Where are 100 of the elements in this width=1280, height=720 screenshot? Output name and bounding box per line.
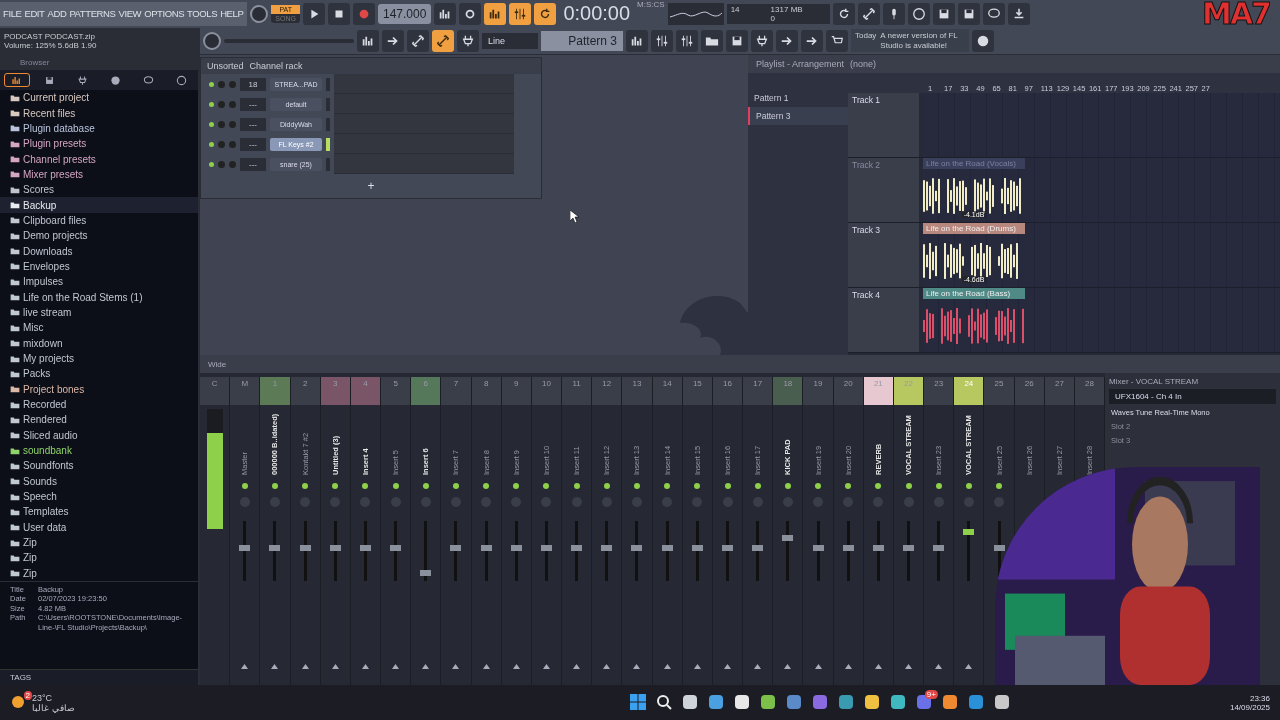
track-number: 6 [423,379,428,388]
menu-item[interactable]: ADD [47,8,67,19]
strip-header[interactable]: C [200,377,230,405]
browser-item[interactable]: Downloads [0,243,198,259]
filter-dropdown[interactable]: Unsorted [207,61,244,71]
track-number: 15 [692,379,702,388]
menu-item[interactable]: OPTIONS [144,8,185,19]
cpu-load: 0 [770,13,777,23]
browser-item[interactable]: Plugin database [0,120,198,137]
arrangement-selector[interactable]: (none) [850,59,877,69]
browser-item[interactable]: Misc [0,320,198,336]
browser-item[interactable]: Recorded [0,396,198,413]
menu-item[interactable]: TOOLS [187,8,218,19]
browser-item[interactable]: Sliced audio [0,427,198,443]
strip-header[interactable]: M [230,377,260,405]
input-selector[interactable]: UFX1604 - Ch 4 In [1109,389,1276,404]
tags-label: TAGS [0,669,198,685]
strip-header[interactable]: 15 [682,377,712,405]
browser-item[interactable]: Current project [0,90,198,106]
strip-header[interactable]: 13 [622,377,652,405]
strip-header[interactable]: 5 [381,377,411,405]
browser-item[interactable]: Scores [0,182,198,198]
strip-header[interactable]: 23 [924,377,954,405]
browser-item[interactable]: Speech [0,488,198,505]
track-number: 11 [572,379,581,388]
strip-header[interactable]: 7 [441,377,471,405]
strip-header[interactable]: 14 [652,377,682,405]
news-panel[interactable]: Today A newer version of FL Studio is available! [851,28,969,53]
browser-item[interactable]: Envelopes [0,258,198,275]
strip-header[interactable]: 8 [471,377,501,405]
browser-item[interactable]: My projects [0,350,198,367]
browser-item[interactable]: Packs [0,366,198,382]
browser-item[interactable]: Sounds [0,473,198,489]
voices-count: 14 [730,4,741,14]
channel-logo: MA7 [1202,0,1270,31]
clock-time: 23:36 [1249,693,1270,703]
time-display: 0:00:00 [562,2,632,25]
tempo-display[interactable]: 147.000 [378,3,432,24]
menu-item[interactable]: PATTERNS [69,8,116,19]
browser-item[interactable]: live stream [0,304,198,321]
mixer-track-number[interactable]: --- [240,157,266,171]
browser-item[interactable]: soundbank [0,442,198,459]
browser-item[interactable]: Life on the Road Stems (1) [0,289,198,305]
menu-item[interactable]: HELP [220,8,244,19]
menu-item[interactable]: EDIT [24,8,45,19]
strip-header[interactable]: 27 [1044,377,1074,405]
strip-header[interactable]: 20 [833,377,863,405]
browser-title: Browser [0,55,198,70]
add-channel-button[interactable]: + [361,178,381,194]
mixer-track-number[interactable]: --- [240,97,266,111]
track-number: 18 [783,379,793,388]
track-number: 5 [393,379,398,388]
track-number: 8 [483,379,489,388]
browser-item[interactable]: User data [0,519,198,535]
strip-header[interactable]: 17 [743,377,773,405]
browser-item[interactable]: Plugin presets [0,136,198,152]
track-number: 7 [453,379,459,388]
strip-header[interactable]: 19 [803,377,833,405]
track-lane[interactable]: Life on the Road (Bass) [923,288,1280,352]
browser-item[interactable]: Recent files [0,105,198,121]
browser-item[interactable]: Soundfonts [0,458,198,474]
pattern-item[interactable]: Pattern 1 [748,89,848,107]
mixer-track-number[interactable]: 18 [240,77,266,91]
mixer-track-number[interactable]: --- [240,117,266,131]
snap-dropdown[interactable]: Line [482,32,538,49]
browser-item[interactable]: Project bones [0,381,198,397]
track-number: 24 [964,379,974,388]
menu-item[interactable]: FILE [3,8,22,19]
mixer-track-number[interactable]: --- [240,137,266,151]
menu-item[interactable]: VIEW [118,8,142,19]
pattern-selector[interactable]: Pattern 3 [541,30,623,51]
browser-item[interactable]: Impulses [0,274,198,290]
stereo-mode-label[interactable]: Wide [208,359,227,369]
browser-item[interactable]: Zip [0,534,198,551]
browser-item[interactable]: Channel presets [0,151,198,167]
browser-item[interactable]: Demo projects [0,228,198,244]
strip-header[interactable]: 25 [984,377,1014,405]
strip-header[interactable]: 28 [1075,377,1105,405]
browser-item[interactable]: Rendered [0,412,198,428]
track-number: 26 [1024,379,1034,388]
strip-header[interactable]: 12 [592,377,622,405]
browser-item[interactable]: Zip [0,550,198,566]
browser-item[interactable]: Zip [0,565,198,581]
pattern-item[interactable]: Pattern 3 [748,107,848,125]
browser-item[interactable]: Mixer presets [0,166,198,183]
track-number: M [241,379,249,388]
track-number: 10 [542,379,551,388]
browser-item[interactable]: Clipboard files [0,212,198,229]
strip-header[interactable]: 26 [1014,377,1044,405]
browser-item[interactable]: Templates [0,504,198,520]
clock-date: 14/09/2025 [1229,702,1270,712]
clip-label[interactable]: Life on the Road (Bass) [923,288,1025,299]
strip-header[interactable]: 16 [712,377,743,405]
browser-item[interactable]: Backup [0,197,198,213]
strip-header[interactable]: 10 [531,377,562,405]
strip-header[interactable]: 9 [501,377,531,405]
browser-item[interactable]: mixdown [0,335,198,351]
strip-header[interactable]: 11 [562,377,592,405]
track-number: 9 [514,379,519,388]
strip-header[interactable]: 2 [290,377,320,405]
